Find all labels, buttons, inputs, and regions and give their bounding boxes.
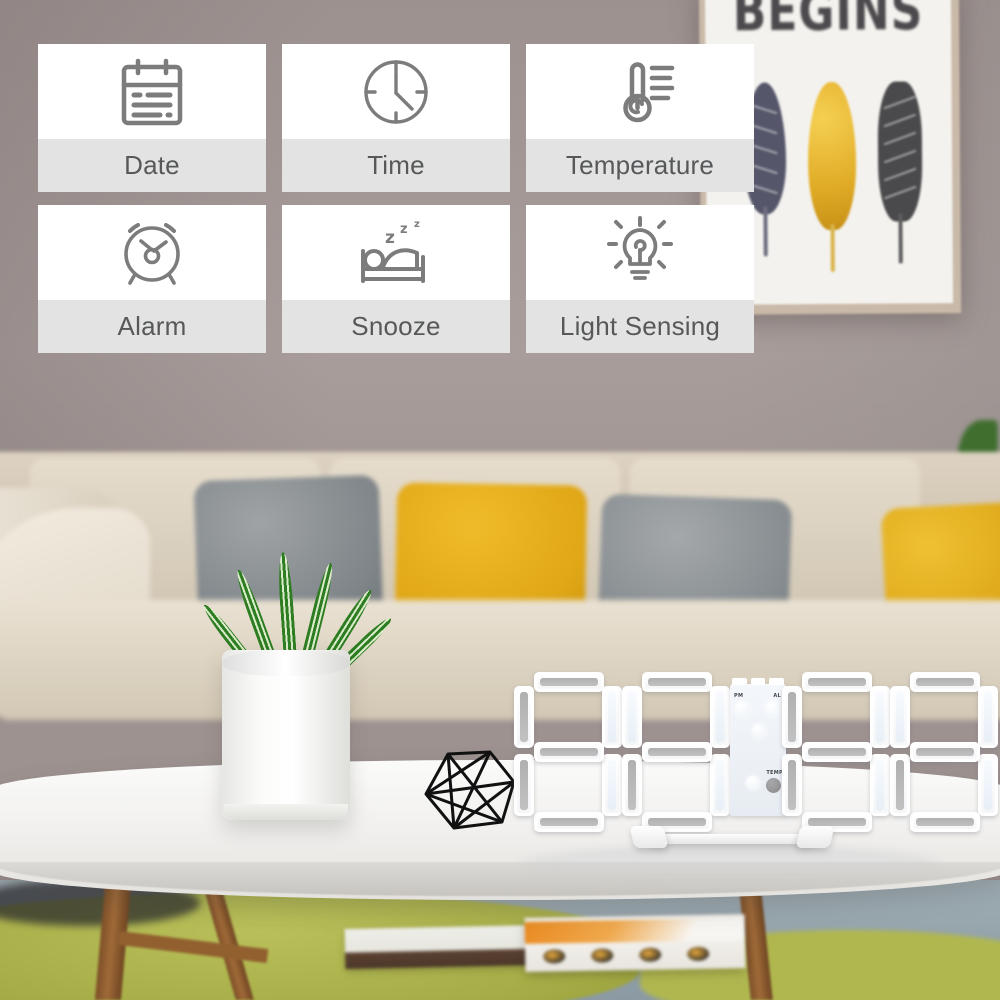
- feature-card-label: Snooze: [282, 300, 510, 353]
- feature-card-snooze[interactable]: z z z Snooze: [282, 205, 510, 353]
- led-digital-clock: PM AL TEMP: [512, 672, 998, 850]
- book-cover-dot: [543, 949, 566, 964]
- pm-indicator-label: PM: [734, 693, 744, 699]
- svg-text:z: z: [385, 228, 395, 248]
- svg-text:z: z: [414, 219, 420, 230]
- feature-card-label: Time: [282, 139, 510, 192]
- clock-reflection: [520, 846, 940, 880]
- svg-text:z: z: [400, 222, 408, 237]
- alarm-indicator-label: AL: [773, 693, 781, 699]
- book: [524, 914, 746, 972]
- clock-digit-4: [890, 672, 998, 832]
- book-cover-art: [524, 918, 745, 944]
- temp-indicator-label: TEMP: [766, 770, 783, 776]
- clock-icon: [282, 44, 510, 139]
- feature-card-label: Alarm: [38, 300, 266, 353]
- yellow-feather-icon: [807, 81, 857, 272]
- pm-indicator-dot: [735, 701, 750, 716]
- plant-pot-base: [224, 804, 348, 820]
- clock-panel-tabs: [732, 678, 785, 685]
- book-cover-dot: [687, 946, 710, 962]
- feature-card-label: Light Sensing: [526, 300, 754, 353]
- plant-pot: [222, 650, 350, 820]
- plant-pot-lip: [222, 650, 350, 676]
- feature-card-date[interactable]: Date: [38, 44, 266, 192]
- clock-stand-foot: [795, 826, 835, 848]
- light-bulb-icon: [526, 205, 754, 300]
- sleeping-person-icon: z z z: [282, 205, 510, 300]
- feature-card-temperature[interactable]: Temperature: [526, 44, 754, 192]
- feature-card-alarm[interactable]: Alarm: [38, 205, 266, 353]
- alarm-clock-icon: [38, 205, 266, 300]
- clock-center-indicator-panel: PM AL TEMP: [730, 678, 786, 816]
- calendar-icon: [38, 44, 266, 139]
- colon-dot-lower: [746, 776, 760, 790]
- clock-digit-1: [514, 672, 622, 832]
- clock-digit-2: [622, 672, 730, 832]
- feature-card-time[interactable]: Time: [282, 44, 510, 192]
- feature-card-light-sensing[interactable]: Light Sensing: [526, 205, 754, 353]
- feature-card-grid: Date Time Temperature Alarm z z z Snooze…: [38, 44, 754, 353]
- feature-card-label: Date: [38, 139, 266, 192]
- feature-card-label: Temperature: [526, 139, 754, 192]
- clock-stand: [629, 824, 835, 850]
- clock-stand-bar: [650, 834, 814, 844]
- alarm-indicator-dot: [765, 701, 780, 716]
- book-cover-dot: [591, 948, 614, 963]
- thermometer-icon: [526, 44, 754, 139]
- clock-digit-3: [782, 672, 890, 832]
- wall-art-title: BEGINS: [732, 0, 924, 45]
- clock-stand-foot: [629, 826, 669, 848]
- temperature-sensor-dot: [766, 778, 781, 793]
- dark-gray-feather-icon: [877, 81, 923, 264]
- colon-dot-upper: [752, 724, 766, 738]
- book-cover-dot: [639, 947, 662, 962]
- product-scene: BEGINS PM AL TEMP Date Time Temperature …: [0, 0, 1000, 1000]
- geometric-wire-ornament: [424, 750, 516, 830]
